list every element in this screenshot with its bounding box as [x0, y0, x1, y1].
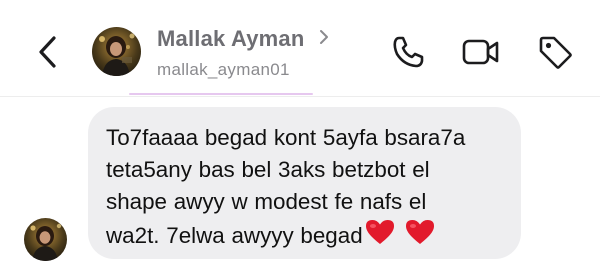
phone-icon: [393, 36, 424, 68]
message-line-last: wa2t. 7elwa awyyy begad: [106, 218, 511, 252]
contact-name: Mallak Ayman: [157, 26, 305, 51]
tag-button[interactable]: [535, 32, 575, 72]
header-accent-line: [129, 93, 313, 95]
message-bubble[interactable]: To7faaaa begad kont 5ayfa bsara7a teta5a…: [88, 107, 521, 259]
video-camera-icon: [462, 39, 499, 65]
message-line: wa2t. 7elwa awyyy begad: [106, 223, 363, 248]
message-text: To7faaaa begad kont 5ayfa bsara7a teta5a…: [106, 122, 511, 252]
chevron-left-icon: [39, 36, 56, 68]
chat-screen: Mallak Ayman mallak_ayman01 To7faaaa beg…: [0, 0, 600, 275]
contact-avatar[interactable]: [92, 27, 141, 76]
heart-icon: [405, 220, 434, 244]
avatar-photo: [24, 218, 67, 261]
message-line: To7faaaa begad kont 5ayfa bsara7a: [106, 125, 466, 150]
heart-icon: [365, 220, 394, 244]
tag-icon: [539, 36, 572, 69]
video-call-button[interactable]: [460, 32, 500, 72]
chat-header: Mallak Ayman mallak_ayman01: [0, 0, 600, 97]
contact-username: mallak_ayman01: [157, 60, 290, 79]
message-line: shape awyy w modest fe nafs el: [106, 189, 427, 214]
message-line: teta5any bas bel 3aks betzbot el: [106, 157, 430, 182]
contact-info[interactable]: Mallak Ayman mallak_ayman01: [157, 26, 329, 80]
avatar-photo: [92, 27, 141, 76]
contact-name-row: Mallak Ayman: [157, 26, 329, 52]
audio-call-button[interactable]: [388, 32, 428, 72]
back-button[interactable]: [30, 30, 66, 74]
chevron-right-icon: [319, 30, 328, 45]
sender-avatar[interactable]: [24, 218, 67, 261]
